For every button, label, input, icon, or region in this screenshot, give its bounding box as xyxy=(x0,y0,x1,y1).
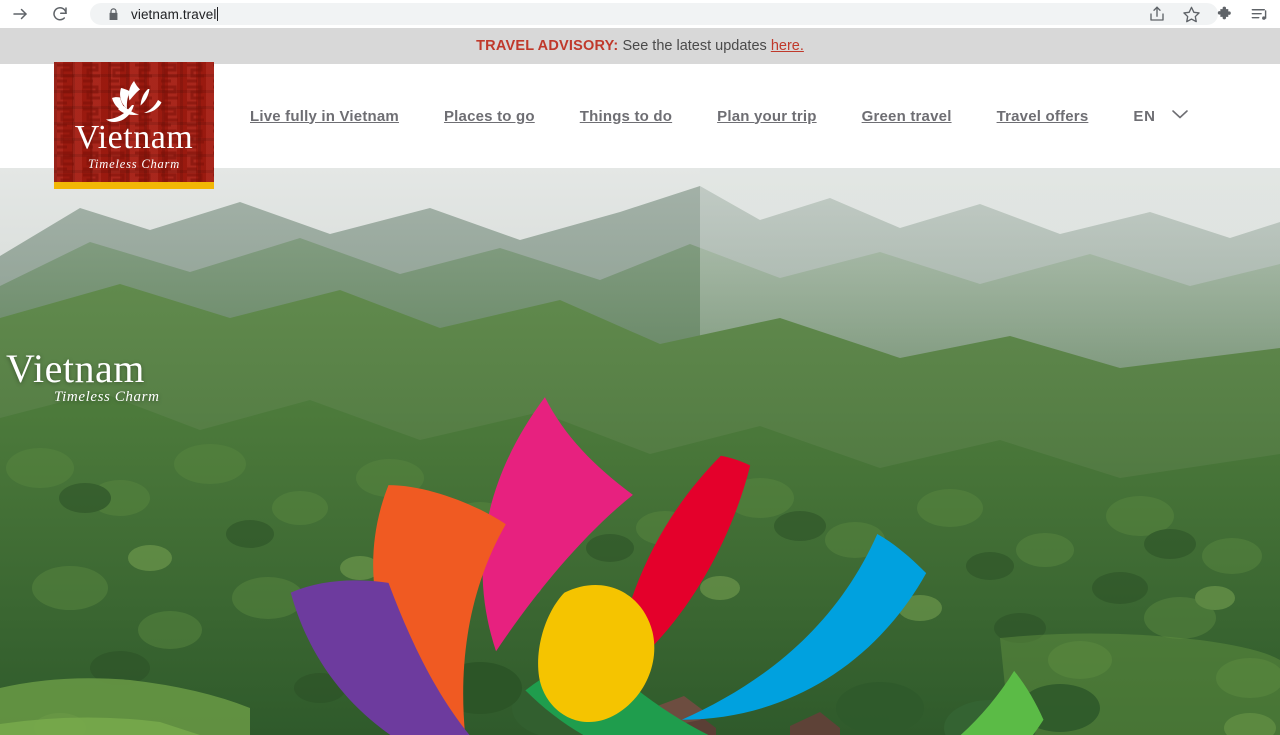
advisory-message: TRAVEL ADVISORY: See the latest updates … xyxy=(476,38,804,54)
hero-illustration xyxy=(0,168,1280,735)
language-code: EN xyxy=(1133,108,1155,125)
brand-tagline: Timeless Charm xyxy=(88,157,180,172)
nav-item-travel-offers[interactable]: Travel offers xyxy=(997,102,1089,131)
nav-item-plan-your-trip[interactable]: Plan your trip xyxy=(717,102,816,131)
url-text: vietnam.travel xyxy=(131,7,216,22)
lock-icon xyxy=(108,8,119,21)
nav-item-things-to-do[interactable]: Things to do xyxy=(580,102,672,131)
vietnam-logo-box[interactable]: Vietnam Timeless Charm xyxy=(54,62,214,189)
puzzle-piece-icon[interactable] xyxy=(1208,0,1242,28)
travel-advisory-bar: TRAVEL ADVISORY: See the latest updates … xyxy=(0,28,1280,64)
advisory-label: TRAVEL ADVISORY: xyxy=(476,38,618,54)
nav-item-live-fully-in-vietnam[interactable]: Live fully in Vietnam xyxy=(250,102,399,131)
star-icon[interactable] xyxy=(1174,0,1208,28)
chevron-down-icon xyxy=(1170,107,1190,125)
media-list-icon[interactable] xyxy=(1242,0,1276,28)
lotus-icon xyxy=(88,79,180,123)
hero-banner: Vietnam Timeless Charm xyxy=(0,168,1280,735)
forward-arrow-icon[interactable] xyxy=(6,0,34,28)
reload-icon[interactable] xyxy=(46,0,74,28)
address-bar[interactable]: vietnam.travel xyxy=(90,3,1218,25)
browser-actions xyxy=(1140,0,1276,28)
share-icon[interactable] xyxy=(1140,0,1174,28)
advisory-text: See the latest updates xyxy=(622,38,766,54)
gold-accent-bar xyxy=(54,182,214,189)
vietnam-emblem: Vietnam Timeless Charm xyxy=(54,68,214,182)
advisory-link[interactable]: here. xyxy=(771,38,804,54)
nav-item-green-travel[interactable]: Green travel xyxy=(862,102,952,131)
text-cursor xyxy=(217,7,218,21)
language-selector[interactable]: EN xyxy=(1133,107,1189,125)
browser-toolbar: vietnam.travel xyxy=(0,0,1280,28)
brand-wordmark: Vietnam xyxy=(75,121,194,155)
main-navigation: Live fully in Vietnam Places to go Thing… xyxy=(250,64,1190,168)
nav-item-places-to-go[interactable]: Places to go xyxy=(444,102,535,131)
